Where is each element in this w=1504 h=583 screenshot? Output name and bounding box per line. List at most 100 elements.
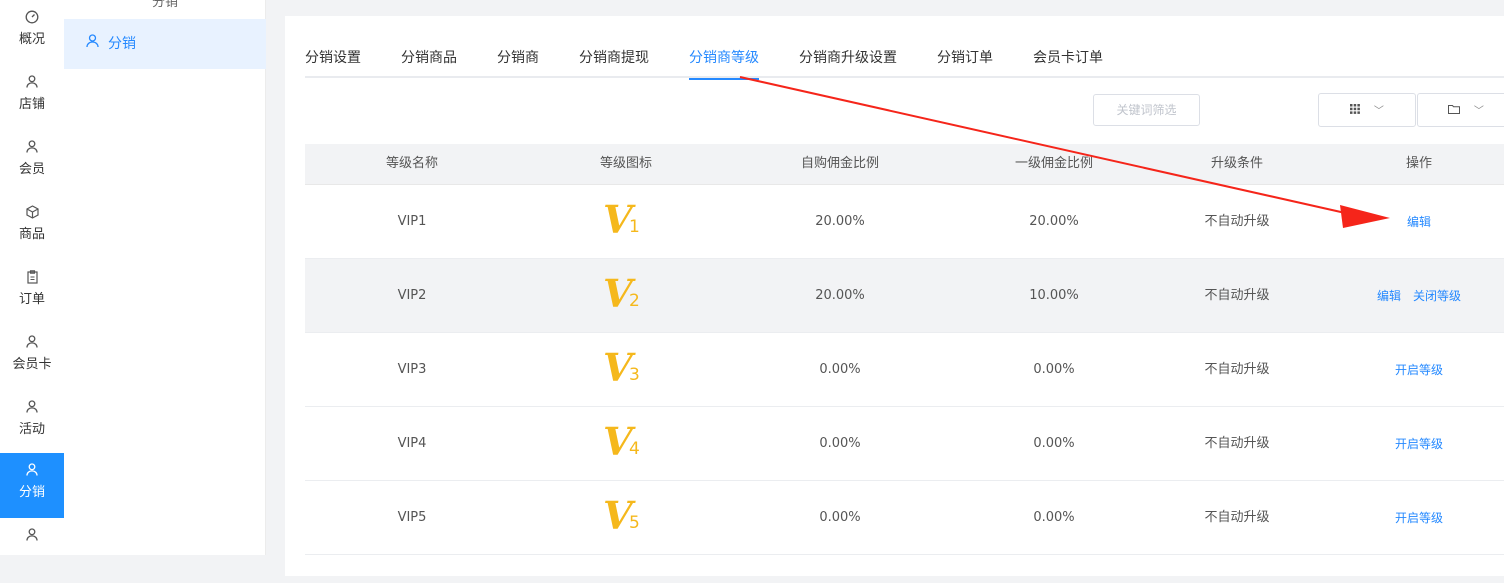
rail-item-label: 店铺 — [18, 97, 45, 112]
keyword-filter-button[interactable]: 关键词筛选 — [1093, 94, 1200, 126]
row-actions: 编辑 关闭等级 — [1371, 259, 1467, 333]
column-header: 等级图标 — [599, 156, 653, 171]
table-row: VIP3 V 3 0.00% 0.00% 不自动升级 开启等级 — [305, 333, 1504, 407]
first-level-rate: 0.00% — [1033, 362, 1075, 377]
level-icon: V2 — [601, 273, 651, 319]
user-icon — [0, 400, 64, 416]
rail-item[interactable] — [0, 518, 64, 583]
tab-4[interactable]: 分销商提现 — [579, 46, 649, 78]
upgrade-condition: 不自动升级 — [1204, 510, 1270, 525]
tab-bar: 分销设置 分销商品 分销商 分销商提现 分销商等级 分销商升级设置 分销订单 会员卡订单 — [305, 46, 1504, 80]
first-level-rate: 0.00% — [1033, 436, 1075, 451]
self-purchase-rate: 20.00% — [815, 214, 865, 229]
rail-item-label: 订单 — [18, 292, 45, 307]
rail-item[interactable]: 会员 — [0, 130, 64, 195]
level-icon: V1 — [601, 199, 651, 245]
level-icon: V3 — [601, 347, 651, 393]
level-name: VIP3 — [397, 362, 427, 377]
column-header: 一级佣金比例 — [1014, 156, 1094, 171]
self-purchase-rate: 20.00% — [815, 288, 865, 303]
enable-level-link[interactable]: 开启等级 — [1395, 511, 1443, 525]
upgrade-condition: 不自动升级 — [1204, 288, 1270, 303]
column-header: 操作 — [1405, 156, 1433, 171]
self-purchase-rate: 0.00% — [819, 510, 861, 525]
rail-item-label: 概况 — [18, 32, 45, 47]
self-purchase-rate: 0.00% — [819, 436, 861, 451]
rail-item[interactable]: 会员卡 — [0, 325, 64, 390]
self-purchase-rate: 0.00% — [819, 362, 861, 377]
secondary-nav: 分销 分销 — [64, 0, 266, 555]
tab-3[interactable]: 分销商 — [497, 46, 539, 78]
rail-item[interactable]: 分销 — [0, 453, 64, 518]
rail-item-label: 会员 — [18, 162, 45, 177]
table-row: VIP2 V 2 20.00% 10.00% 不自动升级 编辑 关闭等级 — [305, 259, 1504, 333]
level-name: VIP5 — [397, 510, 427, 525]
table-header: 等级名称 等级图标 自购佣金比例 一级佣金比例 升级条件 操作 — [305, 144, 1504, 185]
badge-number: 2 — [629, 291, 640, 311]
enable-level-link[interactable]: 开启等级 — [1395, 363, 1443, 377]
chevron-down-icon: ﹀ — [1473, 106, 1484, 117]
user-icon — [86, 19, 102, 69]
first-level-rate: 10.00% — [1029, 288, 1079, 303]
subnav-item-distribution[interactable]: 分销 — [64, 19, 266, 69]
tab-5[interactable]: 分销商等级 — [689, 46, 759, 80]
dashboard-icon — [0, 10, 64, 26]
column-header: 升级条件 — [1210, 156, 1264, 171]
subnav-group-title: 分销 — [151, 0, 178, 10]
vip-badge-icon: V4 — [601, 421, 651, 467]
tab-2[interactable]: 分销商品 — [401, 46, 457, 78]
user-icon — [0, 140, 64, 156]
rail-item[interactable]: 店铺 — [0, 65, 64, 130]
main-card: 分销设置 分销商品 分销商 分销商提现 分销商等级 分销商升级设置 分销订单 会员卡订单 关键… — [285, 16, 1504, 576]
disable-level-link[interactable]: 关闭等级 — [1413, 289, 1461, 303]
row-actions: 编辑 — [1401, 185, 1437, 259]
user-icon — [0, 463, 64, 479]
subnav-item-label: 分销 — [108, 36, 136, 52]
rail-item[interactable]: 活动 — [0, 390, 64, 455]
column-header: 等级名称 — [385, 156, 439, 171]
rail-item-label: 商品 — [18, 227, 45, 242]
first-level-rate: 20.00% — [1029, 214, 1079, 229]
rail-item[interactable]: 商品 — [0, 195, 64, 260]
chevron-down-icon: ﹀ — [1373, 106, 1384, 117]
rail-item[interactable]: 订单 — [0, 260, 64, 325]
vip-badge-icon: V5 — [601, 495, 651, 541]
rail-item-label: 活动 — [18, 422, 45, 437]
badge-number: 1 — [629, 217, 640, 237]
table-row: VIP4 V 4 0.00% 0.00% 不自动升级 开启等级 — [305, 407, 1504, 481]
tab-6[interactable]: 分销商升级设置 — [799, 46, 897, 78]
table-row: VIP5 V 5 0.00% 0.00% 不自动升级 开启等级 — [305, 481, 1504, 555]
user-icon — [0, 528, 64, 544]
level-icon: V5 — [601, 495, 651, 541]
folder-icon — [1448, 103, 1464, 117]
table-body: VIP1 V 1 20.00% 20.00% 不自动升级 编辑 VIP2 V 2 20.00% 10.… — [305, 185, 1504, 555]
upgrade-condition: 不自动升级 — [1204, 362, 1270, 377]
level-icon: V4 — [601, 421, 651, 467]
badge-number: 4 — [629, 439, 640, 459]
tab-7[interactable]: 分销订单 — [937, 46, 993, 78]
enable-level-link[interactable]: 开启等级 — [1395, 437, 1443, 451]
level-table: 等级名称 等级图标 自购佣金比例 一级佣金比例 升级条件 操作 VIP1 V 1 20.00% 2… — [305, 144, 1504, 555]
first-level-rate: 0.00% — [1033, 510, 1075, 525]
level-name: VIP2 — [397, 288, 427, 303]
vip-badge-icon: V3 — [601, 347, 651, 393]
row-actions: 开启等级 — [1389, 333, 1449, 407]
clipboard-icon — [0, 270, 64, 286]
upgrade-condition: 不自动升级 — [1204, 214, 1270, 229]
tab-8[interactable]: 会员卡订单 — [1033, 46, 1103, 78]
tab-1[interactable]: 分销设置 — [305, 46, 361, 78]
user-icon — [0, 75, 64, 91]
rail-item[interactable]: 概况 — [0, 0, 64, 65]
edit-link[interactable]: 编辑 — [1407, 215, 1431, 229]
export-dropdown[interactable]: ﹀ — [1417, 93, 1504, 127]
column-view-dropdown[interactable]: ﹀ — [1318, 93, 1416, 127]
vip-badge-icon: V1 — [601, 199, 651, 245]
box-icon — [0, 205, 64, 221]
icon-rail: 概况店铺会员商品订单会员卡活动分销 — [0, 0, 64, 555]
row-actions: 开启等级 — [1389, 407, 1449, 481]
edit-link[interactable]: 编辑 — [1377, 289, 1401, 303]
grid-icon — [1350, 103, 1364, 117]
column-header: 自购佣金比例 — [800, 156, 880, 171]
rail-item-label: 会员卡 — [12, 357, 52, 372]
vip-badge-icon: V2 — [601, 273, 651, 319]
